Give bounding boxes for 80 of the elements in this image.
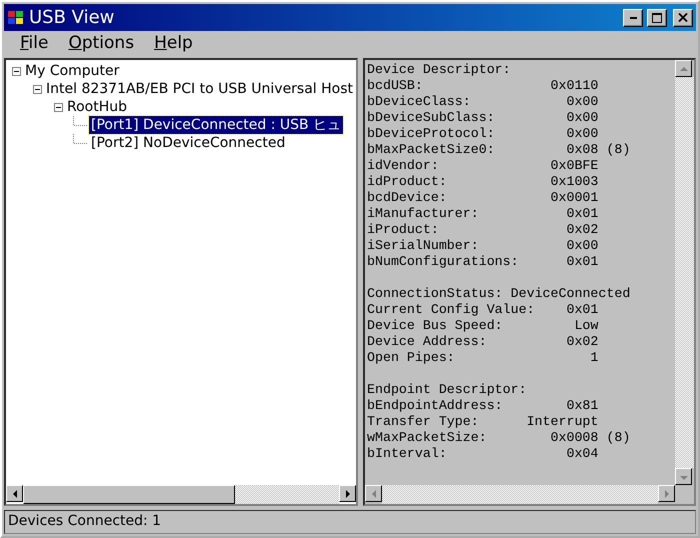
field-value: 0x0BFE xyxy=(550,158,598,174)
field-value: 0x1003 xyxy=(550,174,598,190)
field-label: bEndpointAddress: xyxy=(367,398,503,414)
field-value: 0x81 xyxy=(566,398,598,414)
left-arrow-icon xyxy=(10,488,18,498)
scroll-down-button[interactable] xyxy=(675,468,692,485)
scroll-left-button[interactable] xyxy=(6,485,23,502)
field-label: bInterval: xyxy=(367,446,447,462)
field-label: Current Config Value: xyxy=(367,302,535,318)
field-value: 0x02 xyxy=(566,334,598,350)
left-arrow-icon xyxy=(370,488,378,498)
field-value: 0x0110 xyxy=(550,78,598,94)
menu-item[interactable]: Options xyxy=(58,33,144,53)
field-value: 0x0008 xyxy=(550,430,598,446)
field-label: ConnectionStatus: xyxy=(367,286,503,302)
field-value: 0x0001 xyxy=(550,190,598,206)
app-icon xyxy=(7,10,25,26)
tree-item[interactable]: RootHub xyxy=(65,99,130,115)
section-heading: Endpoint Descriptor: xyxy=(367,382,527,398)
field-label: wMaxPacketSize: xyxy=(367,430,487,446)
tree-connector xyxy=(73,116,87,126)
tree-item[interactable]: Intel 82371AB/EB PCI to USB Universal Host xyxy=(44,81,356,97)
field-value: 0x00 xyxy=(566,238,598,254)
scroll-left-button[interactable] xyxy=(365,485,382,502)
close-button[interactable] xyxy=(673,8,693,26)
field-note: (8) xyxy=(606,142,630,158)
field-value: 1 xyxy=(590,350,598,366)
right-arrow-icon xyxy=(344,488,352,498)
field-label: bDeviceSubClass: xyxy=(367,110,495,126)
field-value: 0x01 xyxy=(566,206,598,222)
tree-item[interactable]: [Port2] NoDeviceConnected xyxy=(89,135,288,151)
scroll-up-button[interactable] xyxy=(675,60,692,77)
field-label: bNumConfigurations: xyxy=(367,254,519,270)
field-label: iManufacturer: xyxy=(367,206,479,222)
scroll-right-button[interactable] xyxy=(658,485,675,502)
window-title: USB View xyxy=(29,7,116,28)
menu-item[interactable]: Help xyxy=(144,33,203,53)
field-label: iProduct: xyxy=(367,222,439,238)
collapse-icon[interactable] xyxy=(33,84,42,94)
field-label: Device Bus Speed: xyxy=(367,318,503,334)
tree-item[interactable]: My Computer xyxy=(23,63,122,79)
collapse-icon[interactable] xyxy=(12,66,21,76)
field-value: 0x04 xyxy=(566,446,598,462)
up-arrow-icon xyxy=(678,64,688,72)
field-label: bDeviceProtocol: xyxy=(367,126,495,142)
scrollbar-thumb[interactable] xyxy=(23,485,235,504)
field-label: Open Pipes: xyxy=(367,350,455,366)
collapse-icon[interactable] xyxy=(54,102,63,112)
field-value: 0x01 xyxy=(566,254,598,270)
status-text: Devices Connected: 1 xyxy=(4,510,696,534)
field-note: (8) xyxy=(606,430,630,446)
field-value: Low xyxy=(574,318,598,334)
minimize-button[interactable] xyxy=(623,8,643,26)
right-arrow-icon xyxy=(662,488,670,498)
minimize-icon xyxy=(630,16,636,18)
field-value: 0x02 xyxy=(566,222,598,238)
field-label: bDeviceClass: xyxy=(367,94,471,110)
field-label: Transfer Type: xyxy=(367,414,479,430)
field-label: bMaxPacketSize0: xyxy=(367,142,495,158)
maximize-button[interactable] xyxy=(647,8,667,26)
section-heading: Device Descriptor: xyxy=(367,62,511,78)
scroll-right-button[interactable] xyxy=(339,485,356,502)
field-label: bcdUSB: xyxy=(367,78,423,94)
field-value: 0x00 xyxy=(566,110,598,126)
field-label: idVendor: xyxy=(367,158,439,174)
field-value: 0x01 xyxy=(566,302,598,318)
tree-connector xyxy=(73,134,87,144)
field-label: iSerialNumber: xyxy=(367,238,479,254)
field-value: 0x00 xyxy=(566,94,598,110)
field-label: idProduct: xyxy=(367,174,447,190)
field-label: bcdDevice: xyxy=(367,190,447,206)
field-value: DeviceConnected xyxy=(510,286,630,302)
field-value: 0x00 xyxy=(566,126,598,142)
tree-item[interactable]: [Port1] DeviceConnected : USB ヒュ xyxy=(89,116,344,134)
menu-item[interactable]: File xyxy=(10,33,58,53)
field-label: Device Address: xyxy=(367,334,487,350)
field-value: 0x08 xyxy=(566,142,598,158)
close-icon xyxy=(678,13,688,22)
maximize-icon xyxy=(652,12,662,22)
field-value: Interrupt xyxy=(526,414,598,430)
